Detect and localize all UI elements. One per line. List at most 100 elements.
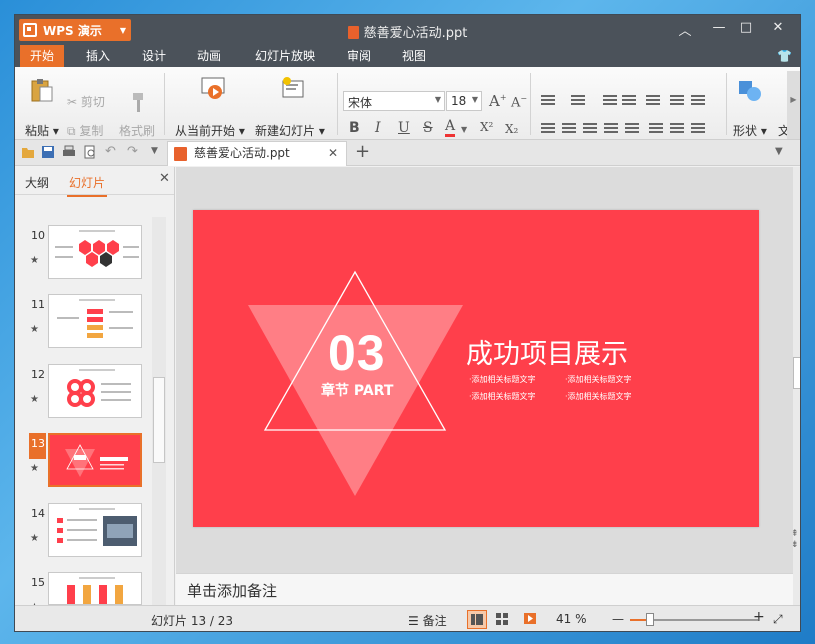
bullet-list-icon[interactable] xyxy=(541,95,555,107)
shrink-font-button[interactable]: A− xyxy=(511,94,527,110)
document-tab[interactable]: 慈善爱心活动.ppt ✕ xyxy=(167,141,347,166)
strikethrough-button[interactable]: S xyxy=(423,120,433,136)
tab-slideshow[interactable]: 幻灯片放映 xyxy=(245,45,325,67)
sorter-view-icon xyxy=(496,613,508,625)
line-spacing-icon[interactable] xyxy=(646,95,660,107)
skin-icon[interactable]: 👕 xyxy=(777,49,792,63)
canvas-scrollbar[interactable]: ⇞ ⇟ xyxy=(791,167,800,605)
bold-button[interactable]: B xyxy=(349,120,360,136)
notes-area[interactable]: 单击添加备注 xyxy=(176,573,793,605)
normal-view-icon xyxy=(471,614,483,625)
shapes-button[interactable]: 形状 ▾ xyxy=(733,122,767,139)
slide-bullet[interactable]: ·添加相关标题文字 xyxy=(565,374,632,385)
scrollbar-thumb[interactable] xyxy=(793,357,800,389)
current-slide[interactable]: 03 章节 PART 成功项目展示 ·添加相关标题文字 ·添加相关标题文字 ·添… xyxy=(193,210,759,527)
undo-icon[interactable]: ↶ xyxy=(105,144,116,159)
divider xyxy=(726,73,727,135)
increase-indent-icon[interactable] xyxy=(622,95,636,107)
paste-button[interactable]: 粘贴 ▾ xyxy=(25,122,59,139)
grow-font-button[interactable]: A+ xyxy=(489,92,507,110)
slide-thumbnail xyxy=(48,294,142,348)
tab-list-icon[interactable]: ▼ xyxy=(775,146,783,157)
slide-thumb-12[interactable]: 12 ★ xyxy=(15,364,155,424)
slides-scrollbar[interactable] xyxy=(152,217,166,605)
italic-button[interactable]: I xyxy=(375,120,381,136)
section-part-label[interactable]: 章节 PART xyxy=(321,380,393,400)
superscript-button[interactable]: X² xyxy=(480,120,493,134)
save-icon[interactable] xyxy=(41,145,55,159)
normal-view-button[interactable] xyxy=(467,610,487,629)
new-slide-button[interactable]: 新建幻灯片 ▾ xyxy=(255,122,325,139)
slide-bullet[interactable]: ·添加相关标题文字 xyxy=(469,391,536,402)
slide-thumb-13[interactable]: 13 ★ xyxy=(15,433,155,493)
smart-art-icon[interactable] xyxy=(691,123,705,135)
zoom-slider-thumb[interactable] xyxy=(646,613,654,626)
tab-view[interactable]: 视图 xyxy=(392,45,436,67)
section-number[interactable]: 03 xyxy=(328,324,386,382)
redo-icon[interactable]: ↷ xyxy=(127,144,138,159)
divider xyxy=(530,73,531,135)
align-left-icon[interactable] xyxy=(541,123,555,135)
decrease-indent-icon[interactable] xyxy=(603,95,617,107)
align-center-icon[interactable] xyxy=(562,123,576,135)
font-name-select[interactable]: 宋体 ▼ xyxy=(343,91,445,111)
distribute-icon[interactable] xyxy=(625,123,639,135)
format-painter-button[interactable]: 格式刷 xyxy=(119,122,155,139)
underline-button[interactable]: U xyxy=(398,120,410,136)
paragraph-spacing-icon[interactable] xyxy=(649,123,663,135)
slide-thumb-14[interactable]: 14 ★ xyxy=(15,503,155,563)
tab-outline[interactable]: 大纲 xyxy=(25,174,49,191)
slide-counter: 幻灯片 13 / 23 xyxy=(151,614,234,628)
numbered-list-icon[interactable] xyxy=(571,95,585,107)
close-tab-icon[interactable]: ✕ xyxy=(328,142,338,165)
collapse-ribbon-button[interactable]: ︿ xyxy=(675,20,695,39)
zoom-level[interactable]: 41 % xyxy=(556,612,587,626)
subscript-button[interactable]: X₂ xyxy=(505,122,518,136)
text-direction-icon[interactable] xyxy=(691,95,705,107)
print-preview-icon[interactable] xyxy=(83,145,97,159)
customize-quick-access-icon[interactable]: ▼ xyxy=(151,146,158,156)
page-nav-icon[interactable]: ⇞ ⇟ xyxy=(791,529,799,551)
zoom-in-button[interactable]: + xyxy=(753,609,765,625)
fit-window-icon[interactable]: ⤢ xyxy=(773,612,783,627)
new-tab-button[interactable]: + xyxy=(355,141,370,162)
ppt-file-icon xyxy=(174,147,187,161)
vertical-align-icon[interactable] xyxy=(670,123,684,135)
open-folder-icon[interactable] xyxy=(21,145,35,159)
slide-bullet[interactable]: ·添加相关标题文字 xyxy=(565,391,632,402)
font-color-button[interactable]: A xyxy=(445,118,456,137)
divider xyxy=(164,73,165,135)
sorter-view-button[interactable] xyxy=(493,610,513,629)
slide-title[interactable]: 成功项目展示 xyxy=(466,332,628,371)
tab-slides[interactable]: 幻灯片 xyxy=(66,174,108,197)
tab-design[interactable]: 设计 xyxy=(132,45,176,67)
tab-review[interactable]: 审阅 xyxy=(337,45,381,67)
scrollbar-thumb[interactable] xyxy=(153,377,165,463)
slide-bullet[interactable]: ·添加相关标题文字 xyxy=(469,374,536,385)
justify-icon[interactable] xyxy=(604,123,618,135)
align-right-icon[interactable] xyxy=(583,123,597,135)
tab-animation[interactable]: 动画 xyxy=(187,45,231,67)
ribbon-scroll-right-icon[interactable]: ▶ xyxy=(787,71,800,139)
close-button[interactable]: ✕ xyxy=(768,20,788,35)
notes-button[interactable]: ☰ 备注 xyxy=(408,612,447,629)
maximize-button[interactable]: □ xyxy=(736,20,756,35)
zoom-slider[interactable] xyxy=(630,613,758,626)
font-size-select[interactable]: 18 ▼ xyxy=(446,91,482,111)
play-from-current-button[interactable]: 从当前开始 ▾ xyxy=(175,122,245,139)
slides-pane: 大纲 幻灯片 ✕ 10 ★ 11 ★ 12 ★ 13 ★ 14 ★ 15 xyxy=(15,167,175,613)
animation-star-icon: ★ xyxy=(30,255,39,266)
print-icon[interactable] xyxy=(62,145,76,159)
chevron-down-icon: ▼ xyxy=(461,125,468,134)
slide-thumb-11[interactable]: 11 ★ xyxy=(15,294,155,354)
tab-insert[interactable]: 插入 xyxy=(76,45,120,67)
zoom-out-button[interactable]: — xyxy=(612,612,624,626)
copy-button[interactable]: ⧉ 复制 xyxy=(67,122,103,139)
close-pane-icon[interactable]: ✕ xyxy=(159,171,170,186)
slide-thumb-10[interactable]: 10 ★ xyxy=(15,225,155,285)
columns-icon[interactable] xyxy=(670,95,684,107)
minimize-button[interactable]: — xyxy=(709,20,729,35)
tab-home[interactable]: 开始 xyxy=(20,45,65,67)
slideshow-view-button[interactable] xyxy=(521,610,541,629)
cut-button[interactable]: ✂ 剪切 xyxy=(67,93,105,110)
